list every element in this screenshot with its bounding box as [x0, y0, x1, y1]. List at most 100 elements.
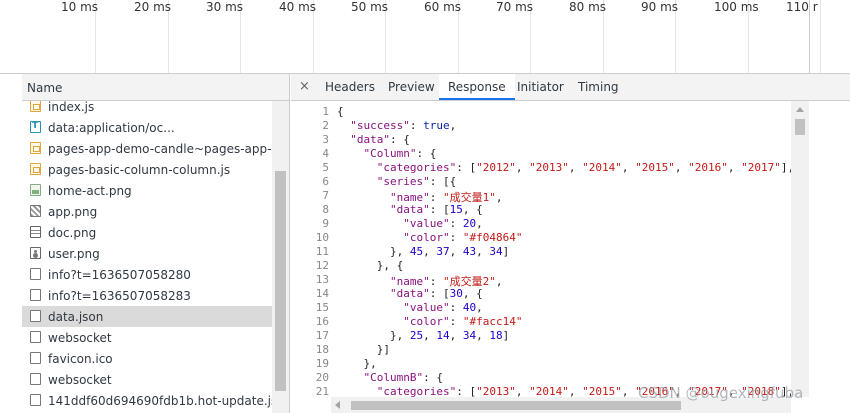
request-list-panel: Name index.js data:application/oc... pages…: [22, 74, 290, 413]
code-line: 8 "data": [15, {: [291, 203, 791, 217]
request-row[interactable]: data.json: [22, 306, 272, 327]
line-number: 6: [322, 175, 329, 188]
code-text: "value": 40,: [403, 301, 483, 314]
code-text: }, 25, 14, 34, 18]: [337, 329, 510, 342]
response-body[interactable]: 1{2 "success": true, 3 "data": {4 "Column…: [291, 101, 791, 397]
image-file-icon: [30, 205, 41, 217]
request-name: favicon.ico: [48, 352, 113, 366]
timeline-tick-label: 70 ms: [496, 0, 534, 14]
code-line: 4 "Column": {: [291, 147, 791, 161]
timeline-tick-label: 110 r: [786, 0, 818, 14]
request-name: info?t=1636507058283: [48, 289, 191, 303]
line-number: 18: [315, 343, 329, 356]
request-row[interactable]: data:application/oc...: [22, 117, 272, 138]
image-file-icon: [30, 184, 41, 196]
line-number: 21: [315, 385, 329, 397]
line-number: 16: [315, 315, 329, 328]
request-row[interactable]: websocket: [22, 369, 272, 390]
code-text: },: [337, 357, 377, 370]
code-text: "Column": {: [363, 147, 437, 160]
request-name: pages-basic-column-column.js: [48, 163, 231, 177]
request-list-scrollbar[interactable]: [272, 101, 289, 413]
timeline-overview[interactable]: 10 ms 20 ms 30 ms 40 ms 50 ms 60 ms 70 ms 80 ms…: [0, 0, 850, 74]
request-name: data.json: [48, 310, 104, 324]
code-text: }]: [337, 343, 390, 356]
text-file-icon: [30, 121, 41, 133]
name-column-header[interactable]: Name: [22, 74, 289, 101]
request-name: websocket: [48, 331, 112, 345]
response-vertical-scrollbar[interactable]: [791, 101, 809, 397]
tab-timing[interactable]: Timing: [569, 74, 628, 100]
tab-headers[interactable]: Headers: [316, 74, 384, 100]
request-name: websocket: [48, 373, 112, 387]
code-line: 12 }, {: [291, 259, 791, 273]
line-number: 13: [315, 273, 329, 286]
code-line: 1{: [291, 105, 791, 119]
code-text: }, 45, 37, 43, 34]: [337, 245, 510, 258]
generic-file-icon: [30, 331, 41, 343]
code-text: "color": "#f04864": [403, 231, 523, 244]
script-file-icon: [30, 163, 41, 175]
line-number: 8: [322, 203, 329, 216]
timeline-tick-label: 80 ms: [569, 0, 607, 14]
timeline-gutter: [0, 0, 22, 73]
scroll-left-arrow-icon[interactable]: [335, 401, 340, 409]
generic-file-icon: [30, 310, 41, 322]
code-text: "data": {: [350, 133, 410, 146]
line-number: 7: [322, 189, 329, 202]
request-row[interactable]: info?t=1636507058280: [22, 264, 272, 285]
request-row[interactable]: pages-basic-column-column.js: [22, 159, 272, 180]
line-number: 4: [322, 147, 329, 160]
timeline-tick-label: 30 ms: [206, 0, 244, 14]
request-row[interactable]: 141ddf60d694690fdb1b.hot-update.json: [22, 390, 272, 411]
request-row[interactable]: index.js: [22, 101, 272, 117]
code-line: 10 "color": "#f04864": [291, 231, 791, 245]
request-list-scroll-thumb[interactable]: [275, 171, 286, 391]
response-horizontal-scroll-thumb[interactable]: [351, 401, 681, 410]
request-row[interactable]: user.png: [22, 243, 272, 264]
timeline-right-border: [809, 0, 810, 73]
tab-initiator[interactable]: Initiator: [508, 74, 573, 100]
request-name: index.js: [48, 101, 95, 114]
line-number: 10: [315, 231, 329, 244]
line-number: 20: [315, 371, 329, 384]
timeline-gridline: [820, 0, 821, 73]
code-text: "data": [15, {: [389, 203, 483, 216]
code-text: "categories": ["2012", "2013", "2014", "…: [376, 161, 791, 174]
request-row[interactable]: app.png: [22, 201, 272, 222]
line-number: 9: [322, 217, 329, 230]
line-number: 11: [315, 245, 329, 258]
line-number: 14: [315, 287, 329, 300]
generic-file-icon: [30, 394, 41, 406]
code-text: "data": [30, {: [389, 287, 483, 300]
code-line: 18 }]: [291, 343, 791, 357]
timeline-tick-label: 10 ms: [61, 0, 99, 14]
code-text: {: [337, 105, 344, 118]
request-row[interactable]: doc.png: [22, 222, 272, 243]
timeline-tick-label: 100 ms: [714, 0, 759, 14]
line-number: 5: [322, 161, 329, 174]
request-row[interactable]: websocket: [22, 327, 272, 348]
code-line: 19 },: [291, 357, 791, 371]
tab-preview[interactable]: Preview: [379, 74, 444, 100]
code-text: "value": 20,: [403, 217, 483, 230]
scroll-up-arrow-icon[interactable]: [796, 107, 804, 112]
code-line: 14 "data": [30, {: [291, 287, 791, 301]
request-name: info?t=1636507058280: [48, 268, 191, 282]
request-row[interactable]: favicon.ico: [22, 348, 272, 369]
generic-file-icon: [30, 289, 41, 301]
request-name: pages-app-demo-candle~pages-app-dem: [48, 142, 272, 156]
request-row[interactable]: pages-app-demo-candle~pages-app-dem: [22, 138, 272, 159]
line-number: 12: [315, 259, 329, 272]
request-row[interactable]: home-act.png: [22, 180, 272, 201]
code-line: 2 "success": true,: [291, 119, 791, 133]
line-number: 15: [315, 301, 329, 314]
name-column-label: Name: [27, 81, 63, 95]
image-file-icon: [30, 247, 41, 259]
close-icon[interactable]: ×: [299, 79, 310, 94]
line-number: 19: [315, 357, 329, 370]
response-vertical-scroll-thumb[interactable]: [795, 119, 805, 135]
tab-response[interactable]: Response: [439, 74, 515, 100]
request-row[interactable]: info?t=1636507058283: [22, 285, 272, 306]
timeline-tick-label: 20 ms: [134, 0, 172, 14]
